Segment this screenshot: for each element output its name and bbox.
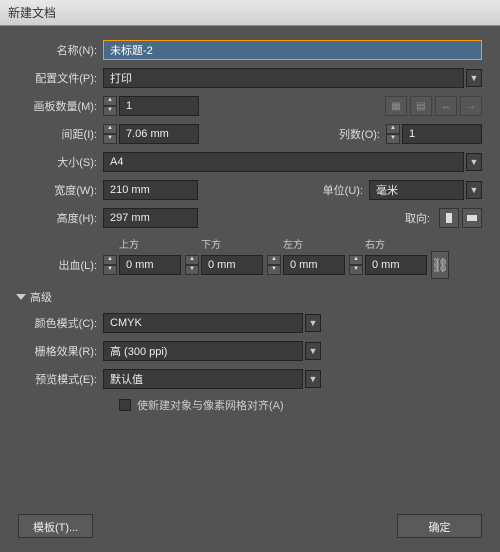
label-raster: 栅格效果(R):: [18, 343, 103, 359]
bleed-top-stepper[interactable]: ▲▼: [103, 255, 117, 275]
artboards-input[interactable]: [119, 96, 199, 116]
width-input[interactable]: [103, 180, 198, 200]
label-colormode: 颜色模式(C):: [18, 315, 103, 331]
size-value: A4: [110, 156, 123, 168]
chevron-down-icon[interactable]: ▼: [305, 342, 321, 360]
disclosure-triangle-icon: [16, 294, 26, 300]
step-up-icon[interactable]: ▲: [386, 124, 400, 134]
colormode-value: CMYK: [110, 317, 142, 329]
label-orient: 取向:: [376, 210, 436, 226]
step-up-icon[interactable]: ▲: [103, 124, 117, 134]
chevron-down-icon[interactable]: ▼: [466, 153, 482, 171]
columns-stepper[interactable]: ▲ ▼: [386, 124, 400, 144]
bleed-right-input[interactable]: [365, 255, 427, 275]
bleed-bottom-input[interactable]: [201, 255, 263, 275]
step-down-icon[interactable]: ▼: [103, 106, 117, 116]
height-input[interactable]: [103, 208, 198, 228]
label-bleed: 出血(L):: [18, 257, 103, 273]
grid-by-col-icon: ▤: [410, 96, 432, 116]
align-pixel-grid-checkbox[interactable]: [119, 399, 131, 411]
units-value: 毫米: [376, 182, 398, 198]
titlebar: 新建文档: [0, 0, 500, 26]
label-name: 名称(N):: [18, 42, 103, 58]
templates-button[interactable]: 模板(T)...: [18, 514, 93, 538]
bleed-top-input[interactable]: [119, 255, 181, 275]
dialog-body: 名称(N): 配置文件(P): 打印 ▼ 画板数量(M): ▲ ▼ ▦ ▤ ↔ …: [0, 26, 500, 552]
label-width: 宽度(W):: [18, 182, 103, 198]
spacing-stepper[interactable]: ▲ ▼: [103, 124, 117, 144]
columns-input[interactable]: [402, 124, 482, 144]
artboard-stepper[interactable]: ▲ ▼: [103, 96, 117, 116]
label-spacing: 间距(I):: [18, 126, 103, 142]
chevron-down-icon[interactable]: ▼: [305, 370, 321, 388]
step-down-icon[interactable]: ▼: [103, 134, 117, 144]
bleed-left-input[interactable]: [283, 255, 345, 275]
advanced-label: 高级: [30, 289, 52, 305]
raster-value: 高 (300 ppi): [110, 343, 167, 359]
grid-by-row-icon: ▦: [385, 96, 407, 116]
bleed-bottom-stepper[interactable]: ▲▼: [185, 255, 199, 275]
preview-select[interactable]: 默认值: [103, 369, 303, 389]
chevron-down-icon[interactable]: ▼: [466, 69, 482, 87]
label-size: 大小(S):: [18, 154, 103, 170]
units-select[interactable]: 毫米: [369, 180, 464, 200]
orient-landscape-icon[interactable]: [462, 208, 482, 228]
bleed-header-bottom: 下方: [201, 236, 283, 251]
bleed-header-left: 左方: [283, 236, 365, 251]
bleed-right-stepper[interactable]: ▲▼: [349, 255, 363, 275]
label-columns: 列数(O):: [326, 126, 386, 142]
orient-portrait-icon[interactable]: [439, 208, 459, 228]
ok-button[interactable]: 确定: [397, 514, 482, 538]
profile-select[interactable]: 打印: [103, 68, 464, 88]
align-pixel-grid-label: 使新建对象与像素网格对齐(A): [137, 397, 284, 413]
chevron-down-icon[interactable]: ▼: [305, 314, 321, 332]
name-input[interactable]: [103, 40, 482, 60]
label-height: 高度(H):: [18, 210, 103, 226]
step-up-icon[interactable]: ▲: [103, 96, 117, 106]
chevron-down-icon[interactable]: ▼: [466, 181, 482, 199]
raster-select[interactable]: 高 (300 ppi): [103, 341, 303, 361]
bleed-left-stepper[interactable]: ▲▼: [267, 255, 281, 275]
step-down-icon[interactable]: ▼: [386, 134, 400, 144]
arrange-row-icon: ↔: [435, 96, 457, 116]
size-select[interactable]: A4: [103, 152, 464, 172]
bleed-header-right: 右方: [365, 236, 447, 251]
preview-value: 默认值: [110, 371, 143, 387]
bleed-header-top: 上方: [119, 236, 201, 251]
link-icon[interactable]: ⛓: [431, 251, 449, 279]
label-units: 单位(U):: [309, 182, 369, 198]
label-profile: 配置文件(P):: [18, 70, 103, 86]
label-preview: 预览模式(E):: [18, 371, 103, 387]
colormode-select[interactable]: CMYK: [103, 313, 303, 333]
advanced-section-toggle[interactable]: 高级: [18, 289, 482, 305]
label-artboards: 画板数量(M):: [18, 98, 103, 114]
profile-value: 打印: [110, 70, 132, 86]
arrange-rtl-icon: →: [460, 96, 482, 116]
spacing-input[interactable]: [119, 124, 199, 144]
